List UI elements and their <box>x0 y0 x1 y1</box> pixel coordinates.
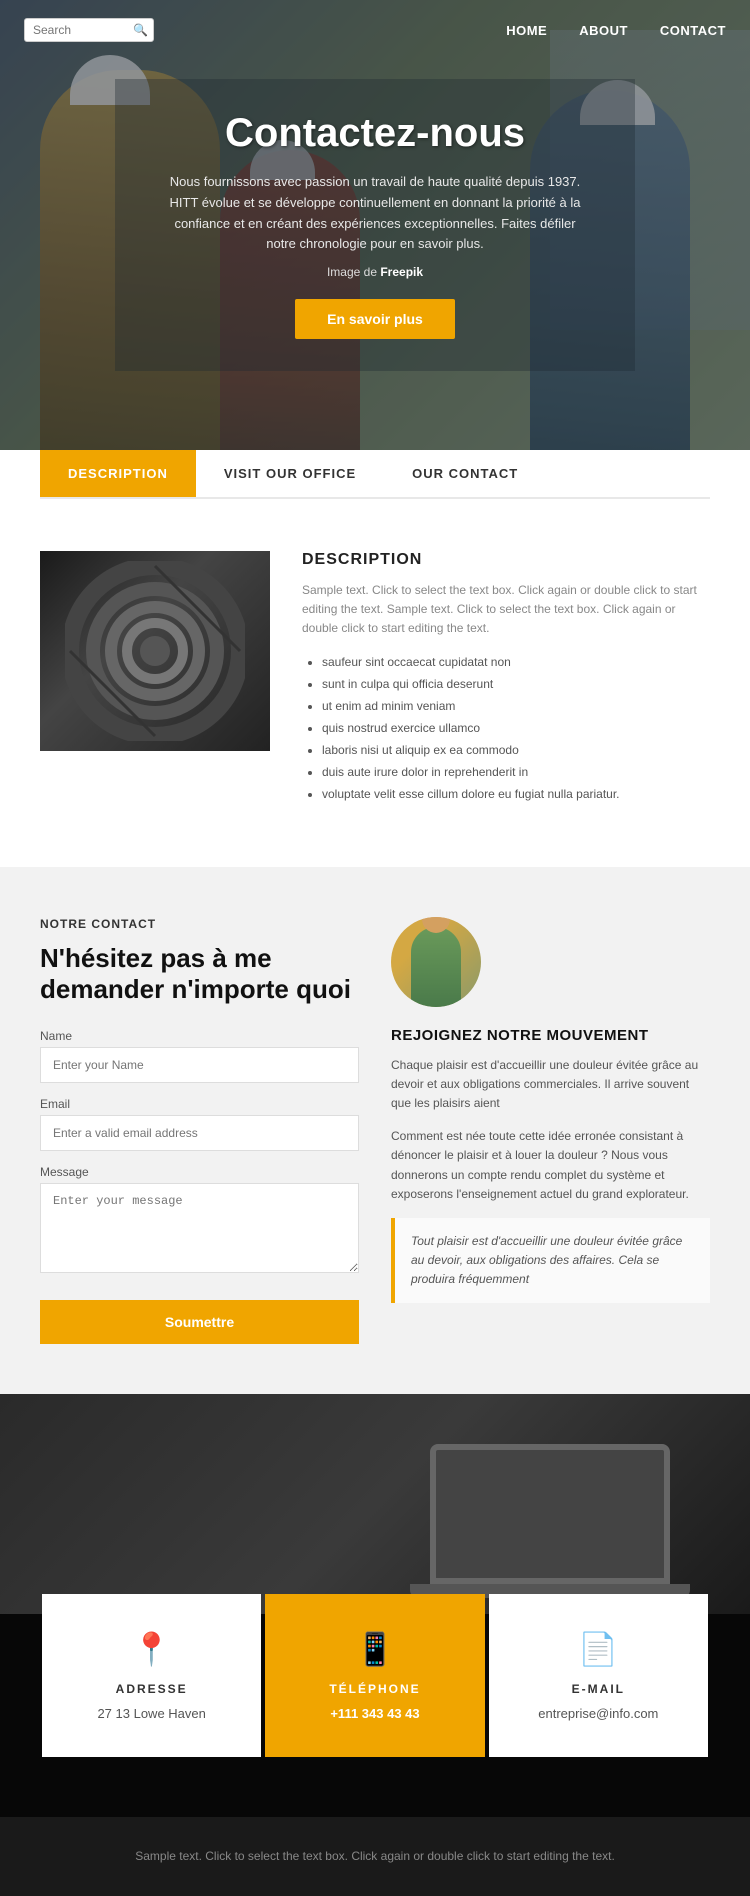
contact-right-column: REJOIGNEZ NOTRE MOUVEMENT Chaque plaisir… <box>391 917 710 1344</box>
description-content: DESCRIPTION Sample text. Click to select… <box>40 551 710 807</box>
description-section: DESCRIPTION Sample text. Click to select… <box>0 531 750 867</box>
bottom-footer-text: Sample text. Click to select the text bo… <box>40 1847 710 1866</box>
list-item: sunt in culpa qui officia deserunt <box>322 675 710 693</box>
form-group-email: Email <box>40 1097 359 1151</box>
email-icon: 📄 <box>509 1630 688 1668</box>
bottom-footer: Sample text. Click to select the text bo… <box>0 1817 750 1896</box>
form-group-name: Name <box>40 1029 359 1083</box>
contact-form-column: NOTRE CONTACT N'hésitez pas à me demande… <box>40 917 359 1344</box>
email-label: Email <box>40 1097 359 1111</box>
laptop-shape <box>410 1444 690 1604</box>
hero-cta-button[interactable]: En savoir plus <box>295 299 455 339</box>
description-list: saufeur sint occaecat cupidatat non sunt… <box>302 653 710 803</box>
rejoignez-para-2: Comment est née toute cette idée erronée… <box>391 1127 710 1204</box>
footer-section: 📍 ADRESSE 27 13 Lowe Haven 📱 TÉLÉPHONE +… <box>0 1394 750 1817</box>
quote-block: Tout plaisir est d'accueillir une douleu… <box>391 1218 710 1304</box>
name-label: Name <box>40 1029 359 1043</box>
spiral-svg <box>65 561 245 741</box>
nav-contact[interactable]: CONTACT <box>660 23 726 38</box>
email-input[interactable] <box>40 1115 359 1151</box>
description-text-column: DESCRIPTION Sample text. Click to select… <box>302 551 710 807</box>
rejoignez-para-1: Chaque plaisir est d'accueillir une doul… <box>391 1056 710 1114</box>
list-item: ut enim ad minim veniam <box>322 697 710 715</box>
address-value: 27 13 Lowe Haven <box>62 1706 241 1721</box>
tab-description[interactable]: DESCRIPTION <box>40 450 196 497</box>
navbar: 🔍 HOME ABOUT CONTACT <box>0 0 750 60</box>
footer-overlay: 📍 ADRESSE 27 13 Lowe Haven 📱 TÉLÉPHONE +… <box>0 1594 750 1817</box>
submit-button[interactable]: Soumettre <box>40 1300 359 1344</box>
message-textarea[interactable] <box>40 1183 359 1273</box>
search-box[interactable]: 🔍 <box>24 18 154 42</box>
search-input[interactable] <box>33 23 133 37</box>
contact-headline: N'hésitez pas à me demander n'importe qu… <box>40 943 359 1005</box>
description-heading: DESCRIPTION <box>302 551 710 569</box>
name-input[interactable] <box>40 1047 359 1083</box>
list-item: voluptate velit esse cillum dolore eu fu… <box>322 785 710 803</box>
phone-value: +111 343 43 43 <box>285 1706 464 1721</box>
nav-home[interactable]: HOME <box>506 23 547 38</box>
phone-title: TÉLÉPHONE <box>285 1682 464 1696</box>
email-title: E-MAIL <box>509 1682 688 1696</box>
contact-section: NOTRE CONTACT N'hésitez pas à me demande… <box>0 867 750 1394</box>
search-icon: 🔍 <box>133 23 148 37</box>
message-label: Message <box>40 1165 359 1179</box>
email-value: entreprise@info.com <box>509 1706 688 1721</box>
avatar-head <box>422 917 450 933</box>
list-item: laboris nisi ut aliquip ex ea commodo <box>322 741 710 759</box>
tabs-section: DESCRIPTION VISIT OUR OFFICE OUR CONTACT <box>0 450 750 499</box>
tabs-row: DESCRIPTION VISIT OUR OFFICE OUR CONTACT <box>40 450 710 499</box>
list-item: quis nostrud exercice ullamco <box>322 719 710 737</box>
hero-description: Nous fournissons avec passion un travail… <box>163 172 587 255</box>
description-image-inner <box>40 551 270 751</box>
nav-links: HOME ABOUT CONTACT <box>506 23 726 38</box>
footer-background-shapes <box>0 1394 750 1614</box>
form-group-message: Message <box>40 1165 359 1278</box>
address-icon: 📍 <box>62 1630 241 1668</box>
hero-image-credit: Image de Freepik <box>163 265 587 279</box>
hero-content: Contactez-nous Nous fournissons avec pas… <box>115 79 635 371</box>
address-title: ADRESSE <box>62 1682 241 1696</box>
list-item: saufeur sint occaecat cupidatat non <box>322 653 710 671</box>
hero-title: Contactez-nous <box>163 111 587 156</box>
description-paragraph: Sample text. Click to select the text bo… <box>302 581 710 639</box>
laptop-screen <box>430 1444 670 1584</box>
hero-section: Contactez-nous Nous fournissons avec pas… <box>0 0 750 450</box>
avatar <box>391 917 481 1007</box>
footer-cards: 📍 ADRESSE 27 13 Lowe Haven 📱 TÉLÉPHONE +… <box>0 1594 750 1757</box>
tab-our-contact[interactable]: OUR CONTACT <box>384 450 546 497</box>
list-item: duis aute irure dolor in reprehenderit i… <box>322 763 710 781</box>
footer-card-email: 📄 E-MAIL entreprise@info.com <box>489 1594 708 1757</box>
footer-card-address: 📍 ADRESSE 27 13 Lowe Haven <box>42 1594 261 1757</box>
avatar-figure <box>411 927 461 1007</box>
footer-card-phone: 📱 TÉLÉPHONE +111 343 43 43 <box>265 1594 484 1757</box>
description-image <box>40 551 270 751</box>
rejoignez-title: REJOIGNEZ NOTRE MOUVEMENT <box>391 1027 710 1044</box>
phone-icon: 📱 <box>285 1630 464 1668</box>
notre-contact-label: NOTRE CONTACT <box>40 917 359 931</box>
freepik-brand: Freepik <box>380 265 423 279</box>
nav-about[interactable]: ABOUT <box>579 23 628 38</box>
tab-visit-office[interactable]: VISIT OUR OFFICE <box>196 450 384 497</box>
